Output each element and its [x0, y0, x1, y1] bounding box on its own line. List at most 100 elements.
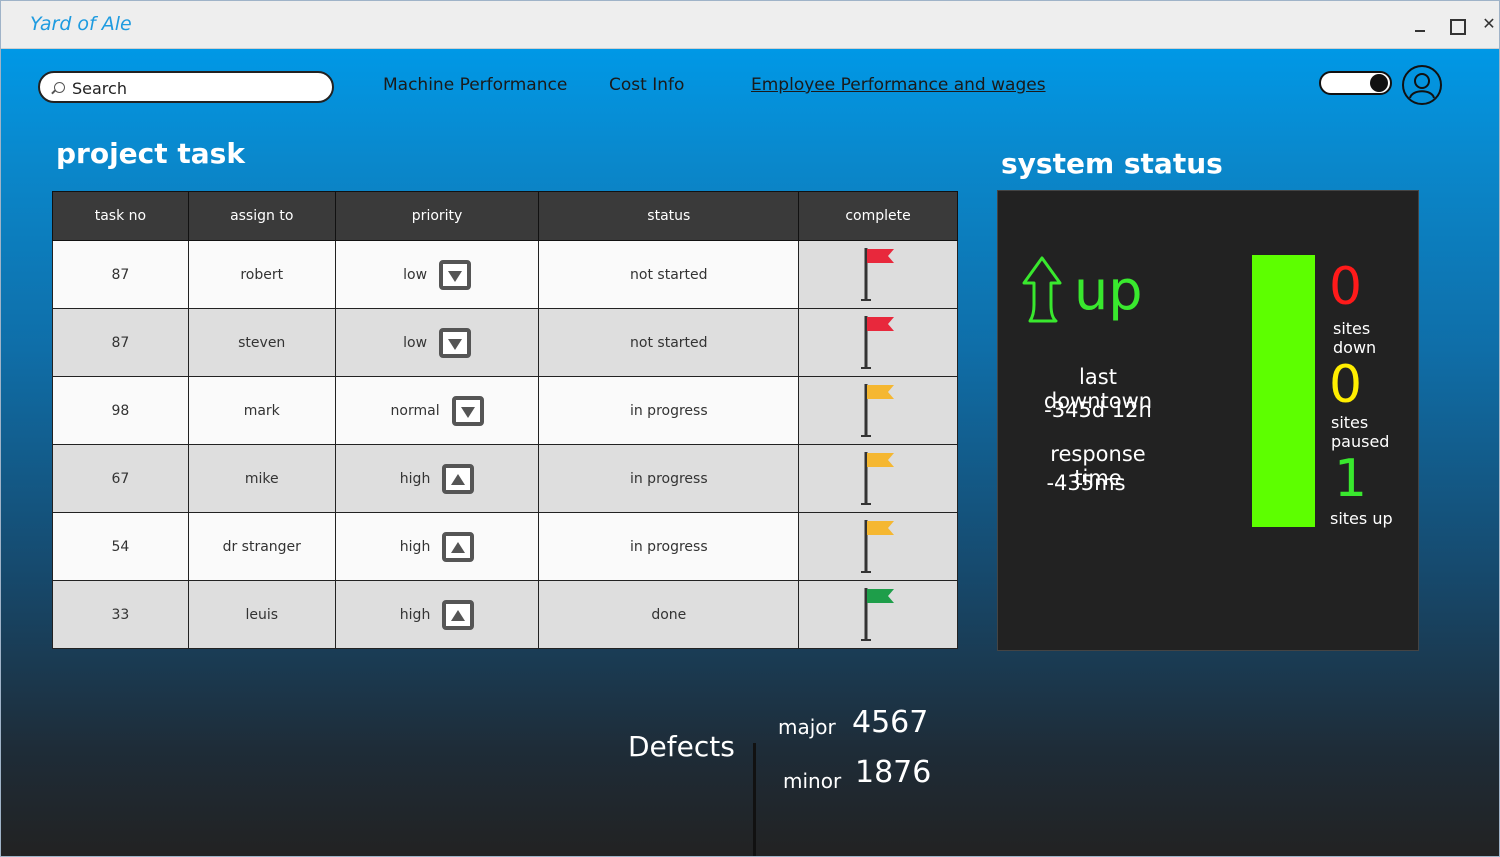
task-table: task no assign to priority status comple… [52, 191, 958, 649]
priority-toggle-button[interactable] [439, 259, 472, 290]
minor-label: minor [783, 769, 842, 793]
priority-down-icon [448, 338, 463, 350]
complete-cell [798, 444, 958, 513]
defects-title: Defects [628, 730, 735, 763]
priority-cell: high [334, 580, 540, 649]
search-box[interactable] [38, 71, 334, 103]
search-icon [54, 82, 65, 93]
flag-icon[interactable] [858, 380, 898, 438]
flag-icon[interactable] [858, 584, 898, 642]
major-value: 4567 [852, 705, 929, 740]
complete-cell [798, 376, 958, 445]
priority-down-icon [448, 270, 463, 282]
sites-down-count: 0 [1329, 257, 1363, 317]
nav-cost-info[interactable]: Cost Info [609, 75, 684, 95]
system-status-title: system status [1001, 147, 1223, 180]
minimize-button[interactable] [1409, 13, 1433, 37]
defects-divider [753, 743, 756, 856]
sites-paused-count: 0 [1329, 355, 1363, 415]
priority-label: normal [390, 402, 440, 419]
assign-to-cell: robert [187, 240, 336, 309]
task-no-cell: 87 [52, 240, 189, 309]
major-label: major [778, 715, 836, 739]
status-cell: in progress [538, 512, 800, 581]
theme-toggle[interactable] [1319, 71, 1392, 95]
priority-cell: normal [334, 376, 540, 445]
flag-icon[interactable] [858, 516, 898, 574]
complete-cell [798, 580, 958, 649]
complete-cell [798, 308, 958, 377]
sites-up-label: sites up [1330, 509, 1393, 528]
task-no-cell: 67 [52, 444, 189, 513]
col-task-no: task no [52, 191, 189, 241]
priority-toggle-button[interactable] [439, 327, 472, 358]
assign-to-cell: leuis [187, 580, 336, 649]
status-cell: done [538, 580, 800, 649]
project-task-title: project task [56, 137, 245, 170]
table-header-row: task no assign to priority status comple… [52, 191, 958, 241]
col-complete: complete [798, 191, 958, 241]
assign-to-cell: mark [187, 376, 336, 445]
user-avatar-icon[interactable] [1402, 65, 1442, 105]
system-state: up [1074, 259, 1143, 322]
priority-label: high [399, 470, 431, 487]
table-row[interactable]: 87 robert low not started [52, 240, 958, 309]
priority-toggle-button[interactable] [442, 599, 475, 630]
priority-label: high [399, 606, 431, 623]
priority-up-icon [451, 609, 466, 621]
table-row[interactable]: 67 mike high in progress [52, 444, 958, 513]
nav-employee-performance[interactable]: Employee Performance and wages [751, 75, 1046, 95]
priority-label: low [403, 334, 428, 351]
task-no-cell: 98 [52, 376, 189, 445]
sites-up-count: 1 [1334, 449, 1368, 509]
assign-to-cell: mike [187, 444, 336, 513]
close-button[interactable]: ✕ [1477, 13, 1499, 37]
app-title: Yard of Ale [30, 13, 132, 35]
priority-label: high [399, 538, 431, 555]
col-assign-to: assign to [187, 191, 336, 241]
up-arrow-icon [1022, 256, 1062, 323]
priority-toggle-button[interactable] [442, 463, 475, 494]
priority-cell: high [334, 512, 540, 581]
sites-down-label: sites [1333, 319, 1371, 338]
task-no-cell: 54 [52, 512, 189, 581]
col-status: status [538, 191, 800, 241]
main-area: Machine Performance Cost Info Employee P… [1, 49, 1499, 856]
priority-down-icon [460, 406, 475, 418]
minor-value: 1876 [855, 755, 932, 790]
flag-icon[interactable] [858, 448, 898, 506]
priority-cell: low [334, 240, 540, 309]
priority-up-icon [451, 541, 466, 553]
table-row[interactable]: 87 steven low not started [52, 308, 958, 377]
complete-cell [798, 512, 958, 581]
priority-toggle-button[interactable] [451, 395, 484, 426]
search-input[interactable] [72, 78, 322, 98]
app-window: Yard of Ale ✕ Machine Performance Cost I… [0, 0, 1500, 857]
flag-icon[interactable] [858, 312, 898, 370]
title-bar: Yard of Ale ✕ [1, 1, 1499, 49]
table-row[interactable]: 54 dr stranger high in progress [52, 512, 958, 581]
last-downtime-value: -345d 12h [1044, 398, 1152, 422]
system-status-panel: up last downtown -345d 12h response time… [997, 190, 1419, 651]
priority-toggle-button[interactable] [442, 531, 475, 562]
task-no-cell: 87 [52, 308, 189, 377]
status-cell: in progress [538, 376, 800, 445]
sites-status-bar [1252, 255, 1315, 527]
priority-cell: low [334, 308, 540, 377]
priority-up-icon [451, 473, 466, 485]
toggle-knob [1370, 74, 1388, 92]
task-table-body: 87 robert low not started 87 steven low not sta… [52, 240, 958, 649]
sites-paused-label: sites [1331, 413, 1369, 432]
priority-label: low [403, 266, 428, 283]
complete-cell [798, 240, 958, 309]
flag-icon[interactable] [858, 244, 898, 302]
priority-cell: high [334, 444, 540, 513]
table-row[interactable]: 98 mark normal in progress [52, 376, 958, 445]
status-cell: in progress [538, 444, 800, 513]
table-row[interactable]: 33 leuis high done [52, 580, 958, 649]
maximize-button[interactable] [1444, 13, 1468, 37]
status-cell: not started [538, 240, 800, 309]
nav-machine-performance[interactable]: Machine Performance [383, 75, 567, 95]
response-time-value: -435ms [1046, 471, 1126, 495]
task-no-cell: 33 [52, 580, 189, 649]
